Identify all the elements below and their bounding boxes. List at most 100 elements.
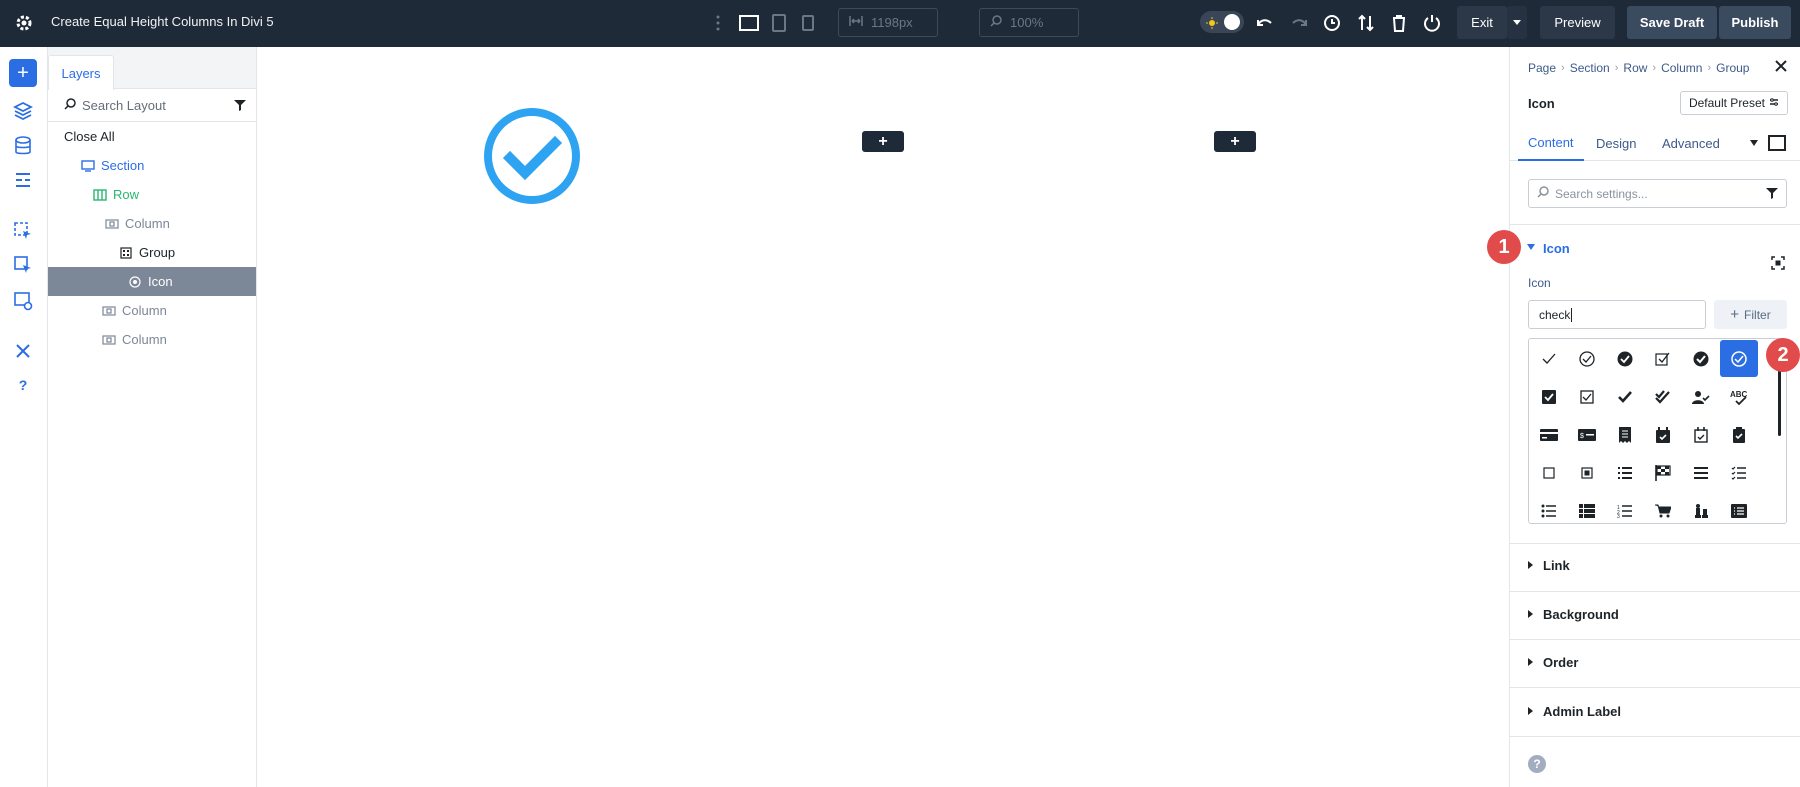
- preview-button[interactable]: Preview: [1540, 6, 1615, 39]
- icon-grid-scrollbar[interactable]: [1778, 369, 1781, 436]
- list-alt-icon[interactable]: [1720, 492, 1758, 523]
- sort-arrows-icon[interactable]: [1355, 12, 1377, 34]
- layer-item-icon[interactable]: Icon: [48, 267, 256, 296]
- check-bold-icon[interactable]: [1606, 378, 1644, 415]
- clipboard-check-icon[interactable]: [1720, 416, 1758, 453]
- history-icon[interactable]: [1321, 12, 1343, 34]
- redo-icon[interactable]: [1288, 12, 1310, 34]
- gear-icon[interactable]: [13, 12, 35, 34]
- page-settings-icon[interactable]: [12, 169, 34, 191]
- filter-icon[interactable]: [1766, 187, 1778, 202]
- exit-dropdown-button[interactable]: [1507, 6, 1527, 39]
- triangle-right-icon[interactable]: [1528, 610, 1533, 618]
- close-all-button[interactable]: Close All: [48, 122, 256, 151]
- group-admin-label-header[interactable]: Admin Label: [1543, 704, 1621, 719]
- credit-card-icon[interactable]: [1530, 416, 1568, 453]
- help-icon[interactable]: ?: [1528, 755, 1546, 773]
- chess-icon[interactable]: [1682, 492, 1720, 523]
- builder-canvas[interactable]: + +: [257, 47, 1509, 787]
- preset-select[interactable]: Default Preset: [1679, 91, 1788, 115]
- layer-item-group[interactable]: Group: [48, 238, 256, 267]
- breadcrumb-item[interactable]: Page: [1528, 61, 1556, 75]
- vertical-dots-icon[interactable]: [707, 12, 729, 34]
- add-icon[interactable]: +: [9, 59, 37, 87]
- group-order-header[interactable]: Order: [1543, 655, 1578, 670]
- bars-icon[interactable]: [1682, 454, 1720, 491]
- layers-search[interactable]: Search Layout: [48, 89, 256, 122]
- triangle-right-icon[interactable]: [1528, 707, 1533, 715]
- trash-icon[interactable]: [1388, 12, 1410, 34]
- layer-item-column[interactable]: Column: [48, 325, 256, 354]
- square-outline-icon[interactable]: [1530, 454, 1568, 491]
- theme-toggle[interactable]: [1200, 11, 1244, 33]
- add-module-button[interactable]: +: [862, 131, 904, 152]
- tools-icon[interactable]: [12, 340, 34, 362]
- money-check-icon[interactable]: $: [1568, 416, 1606, 453]
- layers-icon[interactable]: [12, 100, 34, 122]
- triangle-down-icon[interactable]: [1527, 244, 1535, 250]
- tab-content[interactable]: Content: [1518, 125, 1584, 161]
- add-module-button[interactable]: +: [1214, 131, 1256, 152]
- database-icon[interactable]: [12, 135, 34, 157]
- panel-mode-icon[interactable]: [1768, 125, 1786, 161]
- desktop-view-icon[interactable]: [738, 12, 760, 34]
- check-circle-outline-icon[interactable]: [1568, 340, 1606, 377]
- spell-check-icon[interactable]: ABC: [1720, 378, 1758, 415]
- receipt-icon[interactable]: [1606, 416, 1644, 453]
- power-icon[interactable]: [1421, 12, 1443, 34]
- calendar-check-icon[interactable]: [1644, 416, 1682, 453]
- layer-item-column[interactable]: Column: [48, 296, 256, 325]
- tab-design[interactable]: Design: [1596, 125, 1636, 161]
- tab-layers[interactable]: Layers: [48, 55, 114, 90]
- tasks-icon[interactable]: [1720, 454, 1758, 491]
- list-check-icon[interactable]: [1606, 454, 1644, 491]
- zoom-field[interactable]: 100%: [979, 8, 1079, 37]
- check-square-solid-icon[interactable]: [1530, 378, 1568, 415]
- multi-select-icon[interactable]: [12, 254, 34, 276]
- triangle-right-icon[interactable]: [1528, 561, 1533, 569]
- group-icon-header[interactable]: Icon: [1543, 241, 1570, 256]
- phone-view-icon[interactable]: [797, 12, 819, 34]
- breadcrumb-item[interactable]: Group: [1716, 61, 1749, 75]
- th-list-icon[interactable]: [1568, 492, 1606, 523]
- icon-search-field[interactable]: check: [1528, 300, 1706, 329]
- triangle-right-icon[interactable]: [1528, 658, 1533, 666]
- layer-item-column[interactable]: Column: [48, 209, 256, 238]
- layer-item-section[interactable]: Section: [48, 151, 256, 180]
- double-check-icon[interactable]: [1644, 378, 1682, 415]
- canvas-width-field[interactable]: 1198px: [838, 8, 938, 37]
- breadcrumb-item[interactable]: Column: [1661, 61, 1702, 75]
- breadcrumb-item[interactable]: Row: [1623, 61, 1647, 75]
- tab-advanced[interactable]: Advanced: [1662, 125, 1720, 161]
- breadcrumb-item[interactable]: Section: [1570, 61, 1610, 75]
- layer-item-row[interactable]: Row: [48, 180, 256, 209]
- list-ol-icon[interactable]: 123: [1606, 492, 1644, 523]
- list-ul-icon[interactable]: [1530, 492, 1568, 523]
- group-link-header[interactable]: Link: [1543, 558, 1570, 573]
- filter-icon[interactable]: [234, 99, 246, 114]
- check-square-icon[interactable]: [1568, 378, 1606, 415]
- check-square-outline-icon[interactable]: [1644, 340, 1682, 377]
- help-icon[interactable]: ?: [12, 374, 34, 396]
- check-circle-bold-icon[interactable]: [1682, 340, 1720, 377]
- check-circle-icon[interactable]: [482, 106, 582, 206]
- icon-filter-button[interactable]: + Filter: [1714, 300, 1787, 329]
- close-icon[interactable]: [1774, 59, 1788, 73]
- check-circle-solid-icon[interactable]: [1606, 340, 1644, 377]
- user-check-icon[interactable]: [1682, 378, 1720, 415]
- save-draft-button[interactable]: Save Draft: [1627, 6, 1717, 39]
- square-dot-icon[interactable]: [1568, 454, 1606, 491]
- tablet-view-icon[interactable]: [768, 12, 790, 34]
- chevron-down-icon[interactable]: [1750, 125, 1758, 161]
- undo-icon[interactable]: [1254, 12, 1276, 34]
- calendar-check-outline-icon[interactable]: [1682, 416, 1720, 453]
- group-background-header[interactable]: Background: [1543, 607, 1619, 622]
- select-element-icon[interactable]: [12, 220, 34, 242]
- layout-view-icon[interactable]: [12, 290, 34, 312]
- flag-checkered-icon[interactable]: [1644, 454, 1682, 491]
- check-thin-icon[interactable]: [1530, 340, 1568, 377]
- shopping-cart-icon[interactable]: [1644, 492, 1682, 523]
- publish-button[interactable]: Publish: [1719, 6, 1791, 39]
- settings-search-input[interactable]: Search settings...: [1528, 179, 1787, 208]
- focus-icon[interactable]: [1771, 256, 1785, 275]
